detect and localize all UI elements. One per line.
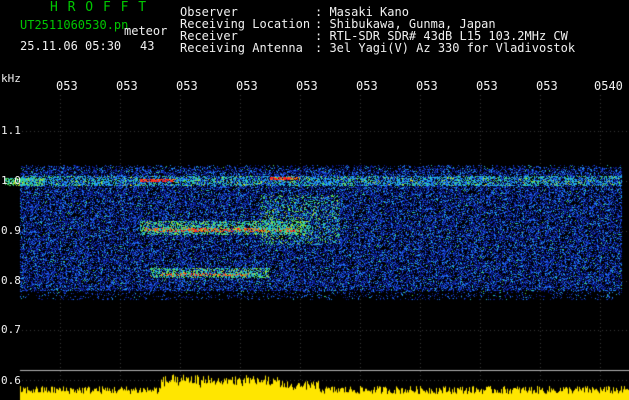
y-tick-1-0: 1.0 (1, 174, 21, 187)
time-tick: 053 (116, 79, 138, 93)
y-tick-0-7: 0.7 (1, 323, 21, 336)
y-tick-0-6: 0.6 (1, 374, 21, 387)
y-tick-1-1: 1.1 (1, 124, 21, 137)
time-tick: 053 (536, 79, 558, 93)
time-tick: 0540 (594, 79, 623, 93)
time-tick: 053 (416, 79, 438, 93)
file-name: UT2511060530.pn (20, 18, 129, 32)
hrofft-logo: H R O F F T (50, 0, 148, 15)
file-sublabel: meteor (124, 24, 168, 38)
spectrogram-canvas (0, 0, 629, 400)
time-tick: 053 (56, 79, 78, 93)
y-tick-0-9: 0.9 (1, 224, 21, 237)
y-tick-0-8: 0.8 (1, 274, 21, 287)
time-tick: 053 (236, 79, 258, 93)
info-value-antenna: : 3el Yagi(V) Az 330 for Vladivostok (315, 41, 576, 55)
timestamp: 25.11.06 05:30 (20, 39, 122, 53)
y-axis-unit: kHz (1, 72, 21, 85)
info-label-antenna: Receiving Antenna (180, 41, 303, 55)
time-tick: 053 (476, 79, 498, 93)
count-value: 43 (140, 39, 155, 53)
time-tick: 053 (176, 79, 198, 93)
time-tick: 053 (356, 79, 378, 93)
time-tick: 053 (296, 79, 318, 93)
